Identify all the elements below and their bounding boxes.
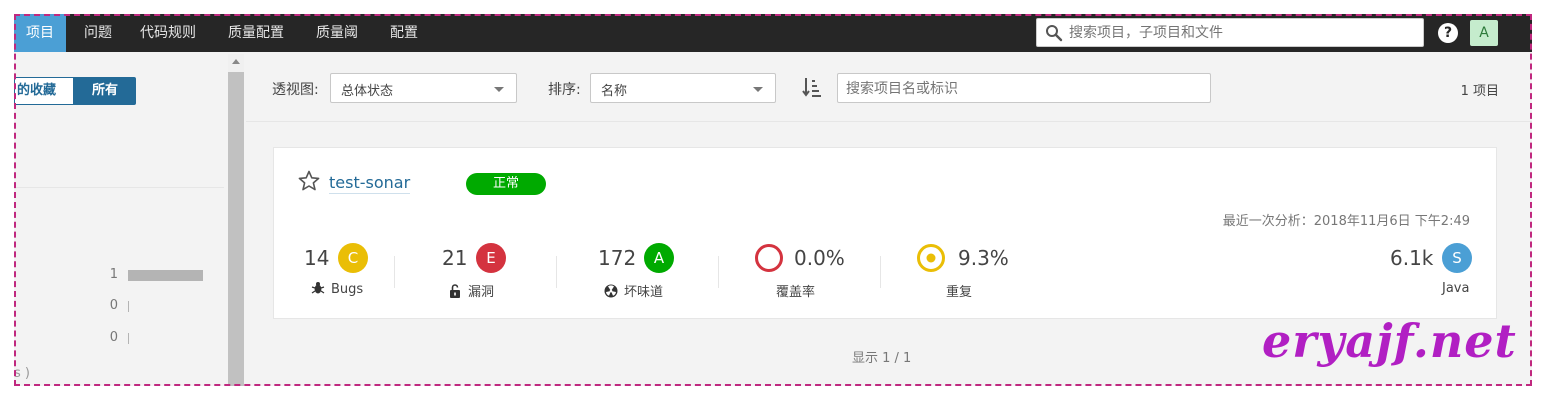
facet-row[interactable]: 1 [14, 267, 224, 283]
facet-row[interactable]: 0 [14, 298, 224, 314]
last-analysis-date: 最近一次分析：2018年11月6日 下午2:49 [1222, 214, 1470, 229]
divider [718, 256, 719, 288]
facet-bar [128, 333, 129, 344]
bug-icon [311, 282, 325, 294]
favorites-filter-button[interactable]: 的收藏 [14, 77, 74, 105]
radiation-icon [604, 284, 618, 298]
divider [394, 256, 395, 288]
nav-administration[interactable]: 配置 [378, 14, 430, 52]
nav-projects[interactable]: 项目 [14, 14, 66, 52]
sort-value: 名称 [601, 84, 628, 99]
perspective-select[interactable]: 总体状态 [330, 73, 517, 103]
duplications-value: 9.3% [958, 246, 1009, 270]
nav-quality-profiles[interactable]: 质量配置 [216, 14, 296, 52]
nav-quality-gates[interactable]: 质量阈 [304, 14, 370, 52]
avatar[interactable]: A [1470, 20, 1498, 46]
size-value: 6.1k [1390, 246, 1434, 270]
facet-count: 0 [109, 330, 118, 345]
sort-select[interactable]: 名称 [590, 73, 776, 103]
star-icon[interactable] [298, 170, 320, 192]
unlock-icon [450, 284, 460, 298]
coverage-label: 覆盖率 [776, 285, 816, 300]
project-search-input[interactable] [846, 79, 1196, 99]
chevron-down-icon [753, 87, 763, 92]
sidebar: 的收藏 所有 1 0 0 [14, 52, 246, 386]
bugs-label: Bugs [331, 282, 364, 297]
scroll-up-arrow-icon[interactable] [232, 59, 240, 64]
sort-label: 排序: [548, 82, 581, 98]
vulnerabilities-label: 漏洞 [468, 285, 495, 300]
size-badge: S [1442, 243, 1472, 273]
perspective-value: 总体状态 [341, 84, 394, 99]
facet-count: 0 [109, 298, 118, 313]
quality-gate-status-badge: 正常 [466, 173, 546, 195]
watermark: eryajf.net [1262, 314, 1517, 368]
nav-issues[interactable]: 问题 [72, 14, 124, 52]
coverage-value: 0.0% [794, 246, 845, 270]
bugs-rating: C [338, 243, 368, 273]
facet-label-cut: s ) [14, 366, 30, 381]
search-icon [1046, 25, 1063, 42]
divider [556, 256, 557, 288]
duplications-donut-icon [917, 244, 945, 272]
bugs-value: 14 [304, 246, 330, 270]
bugs-label-wrap: Bugs [311, 281, 363, 297]
pagination-summary: 显示 1 / 1 [852, 351, 912, 366]
facet-bar [128, 270, 203, 281]
project-name-link[interactable]: test-sonar [329, 173, 411, 194]
global-search[interactable] [1036, 18, 1424, 47]
duplications-label: 重复 [946, 285, 973, 300]
perspective-label: 透视图: [272, 82, 319, 98]
divider [880, 256, 881, 288]
vulnerabilities-rating: E [476, 243, 506, 273]
vulnerabilities-label-wrap: 漏洞 [448, 281, 494, 300]
top-navbar: 项目 问题 代码规则 质量配置 质量阈 配置 ? A [14, 14, 1532, 52]
project-card: test-sonar 正常 最近一次分析：2018年11月6日 下午2:49 1… [273, 147, 1497, 319]
project-count: 1 项目 [1460, 84, 1499, 99]
facet-row[interactable]: 0 [14, 330, 224, 346]
code-smells-rating: A [644, 243, 674, 273]
project-search[interactable] [837, 73, 1211, 103]
help-icon[interactable]: ? [1438, 23, 1458, 43]
facet-count: 1 [109, 267, 118, 282]
code-smells-label-wrap: 坏味道 [604, 281, 663, 300]
app-window: 项目 问题 代码规则 质量配置 质量阈 配置 ? A 的收藏 所有 1 0 0 [14, 14, 1532, 386]
facet-bar [128, 301, 129, 312]
chevron-down-icon [494, 87, 504, 92]
code-smells-label: 坏味道 [624, 285, 664, 300]
code-smells-value: 172 [598, 246, 637, 270]
coverage-donut-icon [755, 244, 783, 272]
vulnerabilities-value: 21 [442, 246, 468, 270]
divider [14, 187, 224, 188]
nav-rules[interactable]: 代码规则 [128, 14, 208, 52]
scrollbar-thumb[interactable] [228, 72, 244, 386]
global-search-input[interactable] [1069, 22, 1409, 43]
projects-toolbar: 透视图: 总体状态 排序: 名称 1 项目 [246, 52, 1532, 122]
language-label: Java [1442, 281, 1470, 296]
all-filter-button[interactable]: 所有 [74, 77, 136, 105]
sort-ascending-icon[interactable] [802, 76, 822, 98]
